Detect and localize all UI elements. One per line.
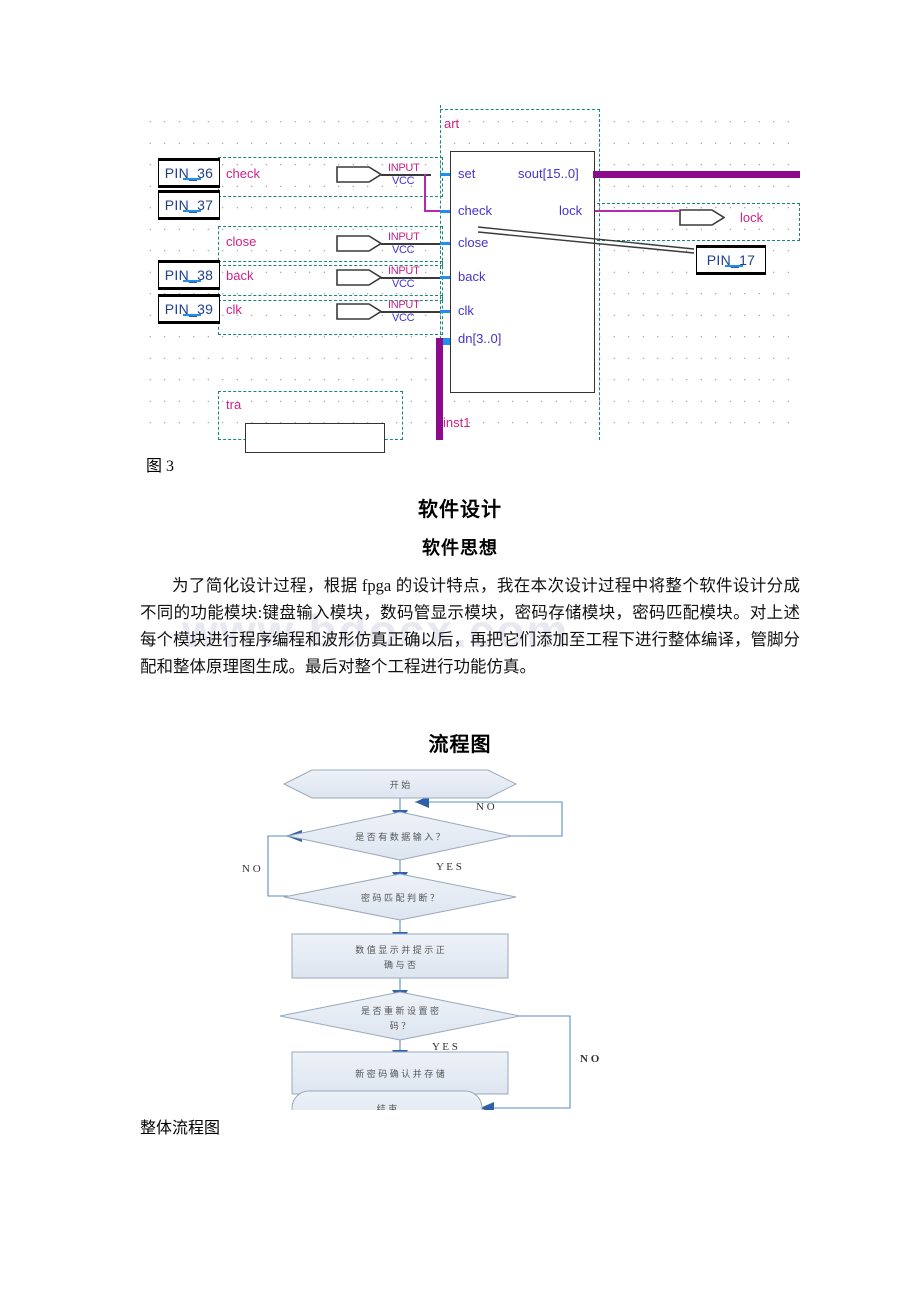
flow-node-reset xyxy=(279,991,521,1041)
input-pin-symbol-clk xyxy=(336,303,382,320)
pin-box-pin-38: PIN_38 xyxy=(158,260,220,290)
module-port-sout: sout[15..0] xyxy=(518,166,579,181)
document-page: art tra PIN_36 PIN_37 PIN_38 PIN_39 PIN_… xyxy=(0,0,920,1302)
heading-software-idea: 软件思想 xyxy=(422,538,498,558)
wire-purple-vertical-check xyxy=(424,174,426,212)
pin-box-pin-36: PIN_36 xyxy=(158,158,220,188)
signal-label-check: check xyxy=(226,166,260,181)
selection-top-line xyxy=(440,109,600,110)
pin-label: PIN_38 xyxy=(164,267,214,283)
figure-3-caption: 图 3 xyxy=(146,458,175,475)
flow-node-display xyxy=(291,933,509,979)
flowchart-figure: 开 始 是 否 有 数 据 输 入 ？ 密 码 匹 配 判 断 ？ 数 值 显 … xyxy=(240,750,640,1110)
flow-label-reset-line2: 码 ？ xyxy=(390,1021,411,1031)
module-port-lock: lock xyxy=(559,203,583,218)
body-paragraph: 为了简化设计过程，根据 fpga 的设计特点，我在本次设计过程中将整个软件设计分… xyxy=(140,576,800,676)
flowchart-svg: 开 始 是 否 有 数 据 输 入 ？ 密 码 匹 配 判 断 ？ 数 值 显 … xyxy=(242,769,600,1110)
instance-label-inst1: inst1 xyxy=(443,415,471,430)
module-port-dn: dn[3..0] xyxy=(458,331,502,346)
vcc-tag-3: VCC xyxy=(392,278,415,290)
selection-divider-right xyxy=(599,109,600,440)
flow-label-store: 新 密 码 确 认 并 存 储 xyxy=(355,1068,445,1079)
input-pin-symbol-back xyxy=(336,269,382,286)
flow-label-has-data: 是 否 有 数 据 输 入 ？ xyxy=(355,831,445,842)
pin-label: PIN_17 xyxy=(706,252,756,268)
pin-label: PIN_39 xyxy=(164,301,214,317)
vcc-tag-1: VCC xyxy=(392,175,415,187)
input-pin-symbol-close xyxy=(336,235,382,252)
signal-label-back: back xyxy=(226,268,254,283)
flow-label-end: 结 束 xyxy=(377,1103,398,1110)
bus-dn-vertical xyxy=(436,338,443,440)
heading-software-design: 软件设计 xyxy=(418,499,502,521)
module-block-partial-tra xyxy=(245,423,385,453)
flow-label-display-line2: 确 与 否 xyxy=(384,959,416,970)
flow-label-reset: 是 否 重 新 设 置 密 xyxy=(361,1005,439,1016)
schematic-tag-art: art xyxy=(444,116,460,131)
schematic-tag-tra: tra xyxy=(226,397,242,412)
module-port-set: set xyxy=(458,166,476,181)
flow-edge-label-no-top: N O xyxy=(476,801,495,813)
module-port-back: back xyxy=(458,269,486,284)
flow-edge-label-yes-reset: Y E S xyxy=(432,1041,458,1053)
flow-edge-label-no-left: N O xyxy=(242,863,261,875)
schematic-figure: art tra PIN_36 PIN_37 PIN_38 PIN_39 PIN_… xyxy=(140,105,800,453)
wire-lock-output xyxy=(595,210,680,212)
signal-label-lock-out: lock xyxy=(740,210,764,225)
pin-label: PIN_37 xyxy=(164,197,214,213)
input-pin-symbol-check xyxy=(336,166,382,183)
flowchart-caption: 整体流程图 xyxy=(140,1120,221,1137)
input-tag-4: INPUT xyxy=(388,299,420,311)
pin-label: PIN_36 xyxy=(164,165,214,181)
signal-label-clk: clk xyxy=(226,302,242,317)
vcc-tag-2: VCC xyxy=(392,244,415,256)
input-tag-3: INPUT xyxy=(388,265,420,277)
signal-label-close: close xyxy=(226,234,257,249)
flow-label-match: 密 码 匹 配 判 断 ？ xyxy=(361,892,439,903)
flow-edge-label-no-right: N O xyxy=(580,1053,600,1065)
vcc-tag-4: VCC xyxy=(392,312,415,324)
flow-edge-label-yes-data: Y E S xyxy=(436,861,462,873)
pin-box-pin-37: PIN_37 xyxy=(158,190,220,220)
module-port-clk: clk xyxy=(458,303,474,318)
flow-label-display: 数 值 显 示 并 提 示 正 xyxy=(355,944,445,955)
bus-sout-output xyxy=(593,171,800,178)
flow-label-start: 开 始 xyxy=(390,779,411,790)
input-tag-1: INPUT xyxy=(388,162,420,174)
input-tag-2: INPUT xyxy=(388,231,420,243)
pin-box-pin-17: PIN_17 xyxy=(696,245,766,275)
pin-17-connector xyxy=(477,226,695,254)
module-port-check: check xyxy=(458,203,492,218)
pin-box-pin-39: PIN_39 xyxy=(158,294,220,324)
output-pin-symbol-lock xyxy=(679,209,725,226)
